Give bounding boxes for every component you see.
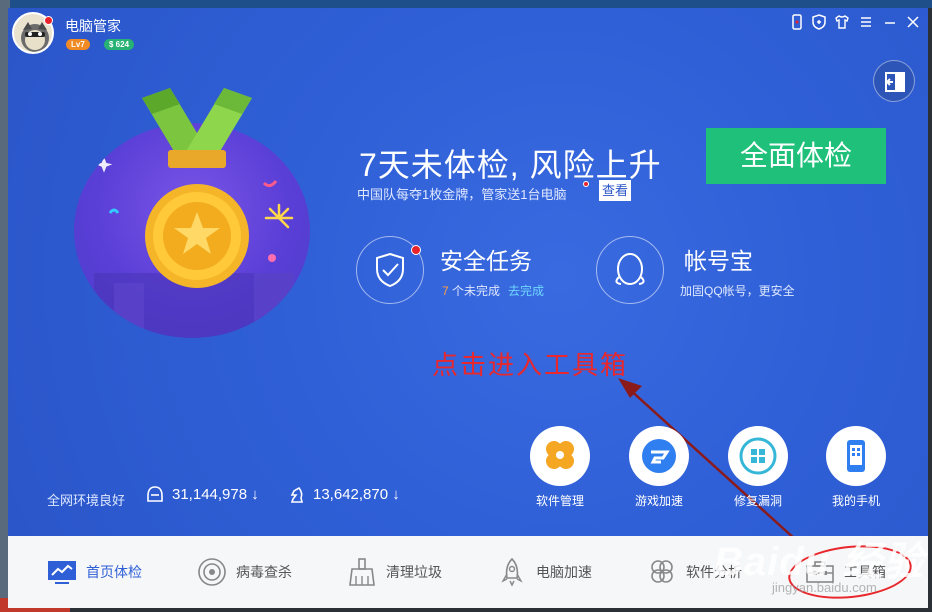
menu-icon[interactable] <box>856 12 876 32</box>
notification-dot <box>44 16 53 25</box>
minimize-icon[interactable] <box>880 12 900 32</box>
desktop-strip-top <box>0 0 932 8</box>
helmet-icon <box>147 486 163 502</box>
view-button[interactable]: 查看 <box>599 180 632 201</box>
nav-item-virus-scan[interactable]: 病毒查杀 <box>196 536 292 608</box>
level-badge[interactable]: Lv7 <box>66 39 90 50</box>
tool-label: 游戏加速 <box>634 494 683 508</box>
windows-repair-icon <box>728 426 788 486</box>
security-task-count: 7 <box>442 284 449 298</box>
full-scan-button[interactable]: 全面体检 <box>706 128 886 184</box>
baidu-watermark: Baidu 经验 <box>714 540 925 584</box>
network-status: 全网环境良好 <box>47 493 126 508</box>
target-icon <box>198 558 226 586</box>
tool-label: 修复漏洞 <box>733 494 782 508</box>
app-title: 电脑管家 <box>65 18 121 34</box>
nav-item-home-scan[interactable]: 首页体检 <box>46 536 142 608</box>
phone-icon <box>826 426 886 486</box>
tool-game-boost[interactable]: 游戏加速 <box>619 426 699 509</box>
security-task-link[interactable]: 去完成 <box>508 284 544 298</box>
guarded-count-value: 31,144,978 <box>172 486 248 503</box>
rocket-icon <box>501 557 523 587</box>
game-boost-icon <box>629 426 689 486</box>
annotation-text: 点击进入工具箱 <box>432 350 629 380</box>
promo-subline: 中国队每夺1枚金牌，管家送1台电脑 <box>357 187 567 202</box>
main-window: 电脑管家 Lv7 $ 624 7天未体检, 风险上升 中国队每夺1枚金牌，管家送… <box>8 8 928 608</box>
baidu-watermark-url: jingyan.baidu.com <box>772 580 877 595</box>
tool-fix-vulnerability[interactable]: 修复漏洞 <box>718 426 798 509</box>
promo-dot <box>583 181 589 187</box>
clover-icon <box>530 426 590 486</box>
account-guard-title[interactable]: 帐号宝 <box>684 242 753 276</box>
down-arrow-icon: ↓ <box>392 486 400 503</box>
nav-label: 病毒查杀 <box>236 564 292 580</box>
collapse-panel-button[interactable] <box>873 60 915 102</box>
tool-software-manager[interactable]: 软件管理 <box>520 426 600 509</box>
down-arrow-icon: ↓ <box>251 486 259 503</box>
monitor-icon <box>48 561 76 584</box>
chess-knight-icon <box>290 486 304 503</box>
tool-label: 软件管理 <box>535 494 584 508</box>
broom-icon <box>349 558 375 586</box>
security-task-title[interactable]: 安全任务 <box>440 242 532 276</box>
guarded-count: 31,144,978 ↓ <box>172 486 259 503</box>
account-guard-subtitle: 加固QQ帐号，更安全 <box>680 284 795 298</box>
account-guard-button[interactable] <box>596 236 664 304</box>
security-task-dot <box>411 245 421 255</box>
skin-shirt-icon[interactable] <box>832 12 852 32</box>
chess-count-value: 13,642,870 <box>313 486 389 503</box>
close-icon[interactable] <box>903 12 923 32</box>
clover-outline-icon <box>651 560 673 583</box>
nav-label: 电脑加速 <box>536 564 592 580</box>
security-task-status-text: 个未完成 <box>452 284 501 298</box>
shield-icon[interactable] <box>809 12 829 32</box>
tool-label: 我的手机 <box>831 494 880 508</box>
nav-label: 首页体检 <box>86 564 142 580</box>
tool-my-phone[interactable]: 我的手机 <box>816 426 896 509</box>
security-task-status: 7 个未完成 去完成 <box>442 282 544 299</box>
gold-medal-icon <box>142 88 252 288</box>
nav-item-speedup[interactable]: 电脑加速 <box>496 536 592 608</box>
phone-icon[interactable] <box>787 12 807 32</box>
chess-count: 13,642,870 ↓ <box>313 486 400 503</box>
qq-penguin-icon <box>615 253 645 285</box>
coin-badge[interactable]: $ 624 <box>104 39 135 50</box>
nav-label: 清理垃圾 <box>386 564 442 580</box>
nav-item-cleanup[interactable]: 清理垃圾 <box>346 536 442 608</box>
